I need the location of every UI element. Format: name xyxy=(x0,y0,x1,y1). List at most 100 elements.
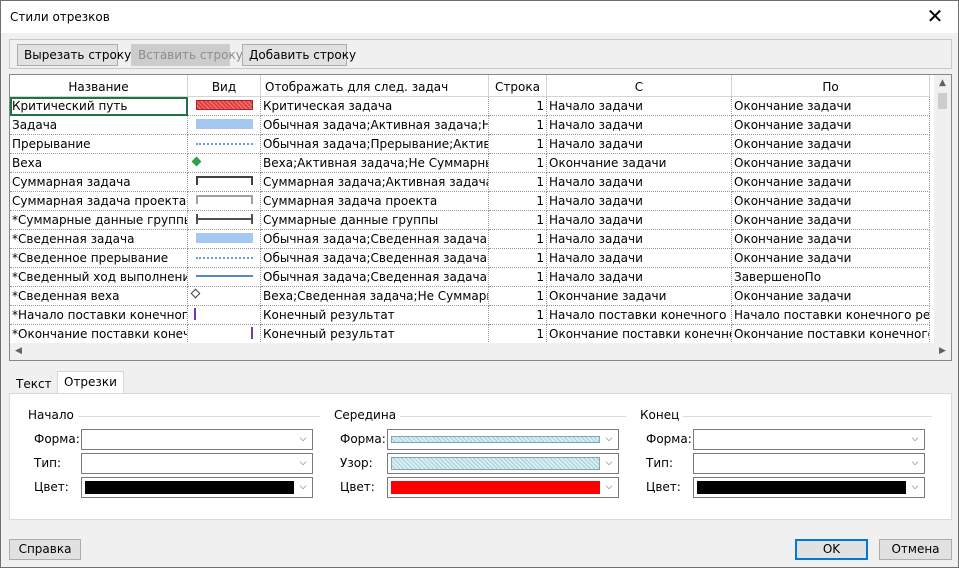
to-cell[interactable]: Окончание задачи xyxy=(732,230,930,249)
table-row[interactable]: *Суммарные данные группы Суммарные данные… xyxy=(10,211,930,230)
from-cell[interactable]: Окончание задачи xyxy=(547,287,732,306)
end-color-combo[interactable]: ⌵ xyxy=(693,477,925,498)
from-cell[interactable]: Начало задачи xyxy=(547,249,732,268)
cut-row-button[interactable]: Вырезать строку xyxy=(17,44,131,66)
from-cell[interactable]: Начало задачи xyxy=(547,173,732,192)
show-for-cell[interactable]: Обычная задача;Сведенная задача;Н xyxy=(261,230,489,249)
name-cell[interactable]: *Сведенная веха xyxy=(10,287,188,306)
name-cell[interactable]: *Начало поставки конечного xyxy=(10,306,188,325)
end-shape-combo[interactable]: ⌵ xyxy=(693,429,925,450)
from-cell[interactable]: Начало задачи xyxy=(547,116,732,135)
row-cell[interactable]: 1 xyxy=(489,230,547,249)
to-cell[interactable]: Окончание поставки конечного xyxy=(732,325,930,344)
show-for-cell[interactable]: Обычная задача;Активная задача;Не xyxy=(261,116,489,135)
from-cell[interactable]: Начало задачи xyxy=(547,211,732,230)
middle-color-combo[interactable]: ⌵ xyxy=(387,477,619,498)
to-cell[interactable]: Окончание задачи xyxy=(732,249,930,268)
view-cell[interactable] xyxy=(188,230,261,249)
name-cell[interactable]: Суммарная задача xyxy=(10,173,188,192)
to-cell[interactable]: Окончание задачи xyxy=(732,154,930,173)
from-cell[interactable]: Окончание поставки конечно xyxy=(547,325,732,344)
view-cell[interactable] xyxy=(188,287,261,306)
header-name[interactable]: Название xyxy=(10,75,188,97)
name-cell[interactable]: Суммарная задача проекта xyxy=(10,192,188,211)
row-cell[interactable]: 1 xyxy=(489,97,547,116)
row-cell[interactable]: 1 xyxy=(489,325,547,344)
tab-bars[interactable]: Отрезки xyxy=(57,371,124,394)
scroll-right-icon[interactable]: ▶ xyxy=(934,343,951,360)
view-cell[interactable] xyxy=(188,135,261,154)
view-cell[interactable] xyxy=(188,249,261,268)
to-cell[interactable]: Окончание задачи xyxy=(732,116,930,135)
from-cell[interactable]: Начало задачи xyxy=(547,97,732,116)
start-color-combo[interactable]: ⌵ xyxy=(81,477,313,498)
row-cell[interactable]: 1 xyxy=(489,154,547,173)
from-cell[interactable]: Начало задачи xyxy=(547,135,732,154)
show-for-cell[interactable]: Критическая задача xyxy=(261,97,489,116)
show-for-cell[interactable]: Обычная задача;Сведенная задача;Н xyxy=(261,268,489,287)
header-row[interactable]: Строка xyxy=(489,75,547,97)
tab-text[interactable]: Текст xyxy=(9,373,59,393)
header-to[interactable]: По xyxy=(732,75,930,97)
table-row[interactable]: *Сведенная веха Веха;Сведенная задача;Не … xyxy=(10,287,930,306)
to-cell[interactable]: Окончание задачи xyxy=(732,192,930,211)
from-cell[interactable]: Начало задачи xyxy=(547,230,732,249)
end-type-combo[interactable]: ⌵ xyxy=(693,453,925,474)
to-cell[interactable]: Начало поставки конечного рез xyxy=(732,306,930,325)
row-cell[interactable]: 1 xyxy=(489,211,547,230)
row-cell[interactable]: 1 xyxy=(489,135,547,154)
middle-pattern-combo[interactable]: ⌵ xyxy=(387,453,619,474)
row-cell[interactable]: 1 xyxy=(489,268,547,287)
row-cell[interactable]: 1 xyxy=(489,249,547,268)
show-for-cell[interactable]: Обычная задача;Сведенная задача;Г xyxy=(261,249,489,268)
view-cell[interactable] xyxy=(188,325,261,344)
row-cell[interactable]: 1 xyxy=(489,306,547,325)
header-show-for[interactable]: Отображать для след. задач xyxy=(261,75,489,97)
row-cell[interactable]: 1 xyxy=(489,173,547,192)
name-cell[interactable]: Веха xyxy=(10,154,188,173)
name-cell[interactable]: *Сведенный ход выполнения xyxy=(10,268,188,287)
from-cell[interactable]: Начало поставки конечного р xyxy=(547,306,732,325)
view-cell[interactable] xyxy=(188,154,261,173)
to-cell[interactable]: Окончание задачи xyxy=(732,287,930,306)
ok-button[interactable]: OK xyxy=(795,539,868,560)
row-cell[interactable]: 1 xyxy=(489,287,547,306)
show-for-cell[interactable]: Веха;Сведенная задача;Не Суммарна xyxy=(261,287,489,306)
name-cell[interactable]: Критический путь xyxy=(10,97,188,116)
from-cell[interactable]: Начало задачи xyxy=(547,192,732,211)
name-cell[interactable]: Прерывание xyxy=(10,135,188,154)
add-row-button[interactable]: Добавить строку xyxy=(242,44,356,66)
scroll-left-icon[interactable]: ◀ xyxy=(10,343,27,360)
middle-shape-combo[interactable]: ⌵ xyxy=(387,429,619,450)
show-for-cell[interactable]: Конечный результат xyxy=(261,325,489,344)
start-shape-combo[interactable]: ⌵ xyxy=(81,429,313,450)
show-for-cell[interactable]: Веха;Активная задача;Не Суммарные xyxy=(261,154,489,173)
table-row[interactable]: *Начало поставки конечного Конечный резул… xyxy=(10,306,930,325)
to-cell[interactable]: Окончание задачи xyxy=(732,211,930,230)
paste-row-button[interactable]: Вставить строку xyxy=(131,44,243,66)
table-row[interactable]: *Сведенный ход выполнения Обычная задача;… xyxy=(10,268,930,287)
table-row[interactable]: *Сведенное прерывание Обычная задача;Свед… xyxy=(10,249,930,268)
scroll-thumb[interactable] xyxy=(938,93,947,109)
name-cell[interactable]: *Окончание поставки конечн xyxy=(10,325,188,344)
help-button[interactable]: Справка xyxy=(9,539,81,560)
from-cell[interactable]: Окончание задачи xyxy=(547,154,732,173)
table-row[interactable]: *Сведенная задача Обычная задача;Сведенна… xyxy=(10,230,930,249)
name-cell[interactable]: *Сведенная задача xyxy=(10,230,188,249)
to-cell[interactable]: ЗавершеноПо xyxy=(732,268,930,287)
show-for-cell[interactable]: Суммарная задача проекта xyxy=(261,192,489,211)
to-cell[interactable]: Окончание задачи xyxy=(732,173,930,192)
view-cell[interactable] xyxy=(188,116,261,135)
show-for-cell[interactable]: Конечный результат xyxy=(261,306,489,325)
show-for-cell[interactable]: Суммарная задача;Активная задача;Н xyxy=(261,173,489,192)
horizontal-scrollbar[interactable]: ◀ ▶ xyxy=(10,343,951,360)
name-cell[interactable]: *Суммарные данные группы xyxy=(10,211,188,230)
show-for-cell[interactable]: Обычная задача;Прерывание;Активна xyxy=(261,135,489,154)
name-cell[interactable]: Задача xyxy=(10,116,188,135)
row-cell[interactable]: 1 xyxy=(489,192,547,211)
bar-styles-grid[interactable]: Название Вид Отображать для след. задач … xyxy=(9,74,952,361)
show-for-cell[interactable]: Суммарные данные группы xyxy=(261,211,489,230)
table-row[interactable]: Веха Веха;Активная задача;Не Суммарные 1 Ок… xyxy=(10,154,930,173)
view-cell[interactable] xyxy=(188,97,261,116)
vertical-scrollbar[interactable]: ▲ xyxy=(934,75,951,345)
